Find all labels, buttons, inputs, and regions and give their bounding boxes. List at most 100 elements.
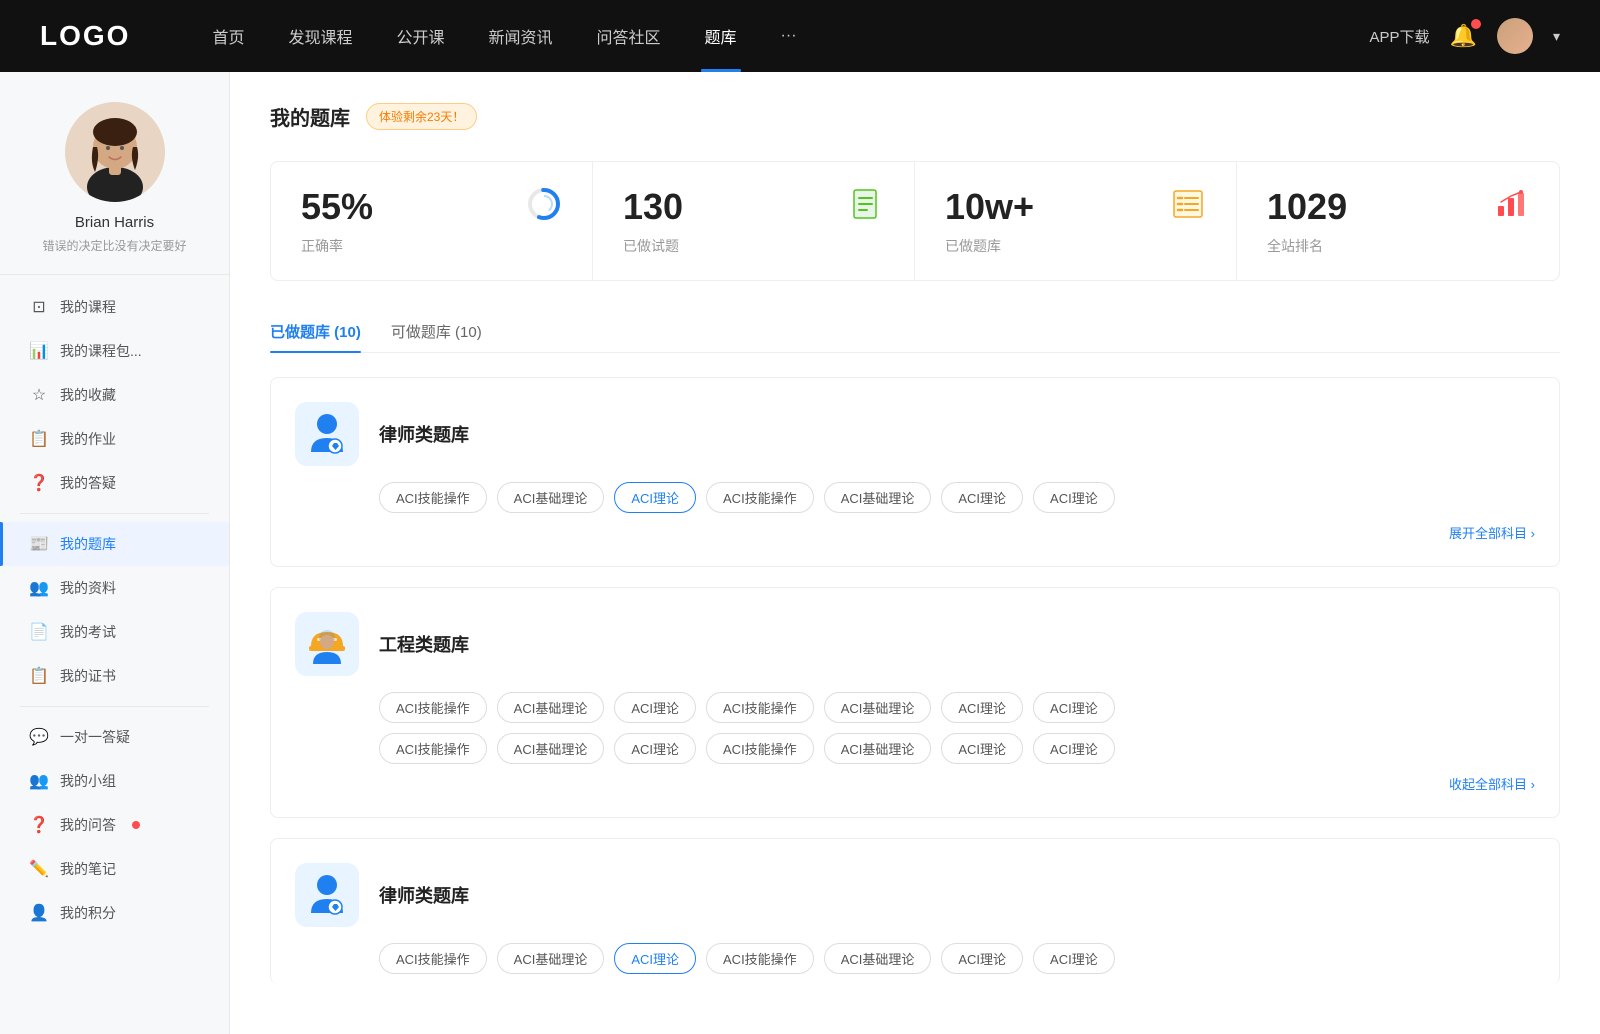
stat-accuracy: 55% 正确率 xyxy=(271,162,593,280)
bank-tag[interactable]: ACI理论 xyxy=(1033,692,1115,723)
sidebar-item-certificates[interactable]: 📋 我的证书 xyxy=(0,654,229,698)
bank-header-engineer: 工程类题库 xyxy=(295,612,1535,676)
exams-icon: 📄 xyxy=(30,623,48,641)
bank-tag[interactable]: ACI理论 xyxy=(941,733,1023,764)
one-on-one-icon: 💬 xyxy=(30,728,48,746)
bank-tag[interactable]: ACI理论 xyxy=(941,482,1023,513)
bank-expand-engineer[interactable]: 收起全部科目 › xyxy=(295,774,1535,793)
nav-news[interactable]: 新闻资讯 xyxy=(467,0,575,72)
bank-tag[interactable]: ACI技能操作 xyxy=(379,692,487,723)
bank-tag[interactable]: ACI技能操作 xyxy=(706,692,814,723)
bank-section-lawyer-2: 律师类题库 ACI技能操作 ACI基础理论 ACI理论 ACI技能操作 ACI基… xyxy=(270,838,1560,984)
stat-ranking: 1029 全站排名 xyxy=(1237,162,1559,280)
bank-tag[interactable]: ACI基础理论 xyxy=(497,943,605,974)
sidebar-item-group[interactable]: 👥 我的小组 xyxy=(0,759,229,803)
sidebar-item-course-package[interactable]: 📊 我的课程包... xyxy=(0,329,229,373)
homework-icon: 📋 xyxy=(30,430,48,448)
user-avatar[interactable] xyxy=(1497,18,1533,54)
bank-tag-active[interactable]: ACI理论 xyxy=(614,943,696,974)
sidebar-item-my-qa[interactable]: ❓ 我的问答 xyxy=(0,803,229,847)
stat-ranking-label: 全站排名 xyxy=(1267,236,1529,256)
bank-title-lawyer-1: 律师类题库 xyxy=(379,421,469,447)
nav-more[interactable]: ··· xyxy=(759,0,819,72)
bank-tag[interactable]: ACI基础理论 xyxy=(824,692,932,723)
expand-text: 展开全部科目 › xyxy=(1449,526,1535,541)
notification-badge xyxy=(1471,19,1481,29)
bank-tag[interactable]: ACI基础理论 xyxy=(824,733,932,764)
bank-tag[interactable]: ACI技能操作 xyxy=(379,943,487,974)
bank-tag[interactable]: ACI理论 xyxy=(1033,943,1115,974)
bank-icon-engineer xyxy=(295,612,359,676)
bank-tag[interactable]: ACI理论 xyxy=(941,943,1023,974)
sidebar-item-one-on-one[interactable]: 💬 一对一答疑 xyxy=(0,715,229,759)
nav-home[interactable]: 首页 xyxy=(190,0,266,72)
sidebar-item-materials[interactable]: 👥 我的资料 xyxy=(0,566,229,610)
bank-tag[interactable]: ACI理论 xyxy=(614,692,696,723)
bank-header-lawyer-1: 律师类题库 xyxy=(295,402,1535,466)
nav-open-course[interactable]: 公开课 xyxy=(374,0,466,72)
tab-done-banks[interactable]: 已做题库 (10) xyxy=(270,311,361,352)
sidebar-motto: 错误的决定比没有决定要好 xyxy=(42,237,186,254)
main-layout: Brian Harris 错误的决定比没有决定要好 ⊡ 我的课程 📊 我的课程包… xyxy=(0,72,1600,1034)
bank-tag[interactable]: ACI基础理论 xyxy=(497,733,605,764)
bank-tag[interactable]: ACI技能操作 xyxy=(706,943,814,974)
bank-icon-lawyer-2 xyxy=(295,863,359,927)
stat-ranking-value: 1029 xyxy=(1267,186,1529,228)
stat-banks: 10w+ 已做题库 xyxy=(915,162,1237,280)
courses-icon: ⊡ xyxy=(30,298,48,316)
sidebar-item-label: 一对一答疑 xyxy=(60,727,130,747)
bank-tag[interactable]: ACI基础理论 xyxy=(497,692,605,723)
bank-tag[interactable]: ACI技能操作 xyxy=(706,482,814,513)
nav-qa[interactable]: 问答社区 xyxy=(575,0,683,72)
bank-icon-lawyer-1 xyxy=(295,402,359,466)
points-icon: 👤 xyxy=(30,904,48,922)
sidebar-item-homework[interactable]: 📋 我的作业 xyxy=(0,417,229,461)
bank-tags-lawyer-1: ACI技能操作 ACI基础理论 ACI理论 ACI技能操作 ACI基础理论 AC… xyxy=(379,482,1535,513)
navigation: LOGO 首页 发现课程 公开课 新闻资讯 问答社区 题库 ··· APP下载 … xyxy=(0,0,1600,72)
sidebar-item-label: 我的积分 xyxy=(60,903,116,923)
bank-tag[interactable]: ACI基础理论 xyxy=(497,482,605,513)
bank-tag[interactable]: ACI技能操作 xyxy=(379,482,487,513)
sidebar-item-label: 我的笔记 xyxy=(60,859,116,879)
sidebar: Brian Harris 错误的决定比没有决定要好 ⊡ 我的课程 📊 我的课程包… xyxy=(0,72,230,1034)
logo: LOGO xyxy=(40,20,130,52)
bank-tag[interactable]: ACI技能操作 xyxy=(706,733,814,764)
accuracy-icon xyxy=(526,186,562,222)
sidebar-profile: Brian Harris 错误的决定比没有决定要好 xyxy=(0,72,229,275)
sidebar-item-exams[interactable]: 📄 我的考试 xyxy=(0,610,229,654)
stat-questions: 130 已做试题 xyxy=(593,162,915,280)
sidebar-item-favorites[interactable]: ☆ 我的收藏 xyxy=(0,373,229,417)
bank-tag[interactable]: ACI理论 xyxy=(614,733,696,764)
bank-tag[interactable]: ACI基础理论 xyxy=(824,943,932,974)
sidebar-item-answers[interactable]: ❓ 我的答疑 xyxy=(0,461,229,505)
stat-questions-label: 已做试题 xyxy=(623,236,884,256)
notification-bell[interactable]: 🔔 xyxy=(1450,23,1477,49)
sidebar-item-notes[interactable]: ✏️ 我的笔记 xyxy=(0,847,229,891)
sidebar-item-label: 我的课程 xyxy=(60,297,116,317)
avatar-chevron[interactable]: ▾ xyxy=(1553,28,1560,45)
stat-banks-value: 10w+ xyxy=(945,186,1206,228)
nav-question-bank[interactable]: 题库 xyxy=(683,0,759,72)
favorites-icon: ☆ xyxy=(30,386,48,404)
bank-expand-lawyer-1[interactable]: 展开全部科目 › xyxy=(295,523,1535,542)
bank-tag[interactable]: ACI理论 xyxy=(941,692,1023,723)
bank-tag-active[interactable]: ACI理论 xyxy=(614,482,696,513)
sidebar-item-courses[interactable]: ⊡ 我的课程 xyxy=(0,285,229,329)
sidebar-item-label: 我的证书 xyxy=(60,666,116,686)
nav-discover[interactable]: 发现课程 xyxy=(266,0,374,72)
ranking-icon xyxy=(1493,186,1529,222)
tab-available-banks[interactable]: 可做题库 (10) xyxy=(391,311,482,352)
stat-banks-label: 已做题库 xyxy=(945,236,1206,256)
sidebar-item-points[interactable]: 👤 我的积分 xyxy=(0,891,229,935)
bank-tag[interactable]: ACI理论 xyxy=(1033,733,1115,764)
sidebar-item-question-bank[interactable]: 📰 我的题库 xyxy=(0,522,229,566)
question-bank-icon: 📰 xyxy=(30,535,48,553)
bank-tag[interactable]: ACI理论 xyxy=(1033,482,1115,513)
nav-right: APP下载 🔔 ▾ xyxy=(1370,18,1560,54)
bank-header-lawyer-2: 律师类题库 xyxy=(295,863,1535,927)
stats-row: 55% 正确率 130 已做试题 xyxy=(270,161,1560,281)
bank-tag[interactable]: ACI技能操作 xyxy=(379,733,487,764)
bank-tag[interactable]: ACI基础理论 xyxy=(824,482,932,513)
stat-accuracy-value: 55% xyxy=(301,186,562,228)
app-download[interactable]: APP下载 xyxy=(1370,26,1430,47)
